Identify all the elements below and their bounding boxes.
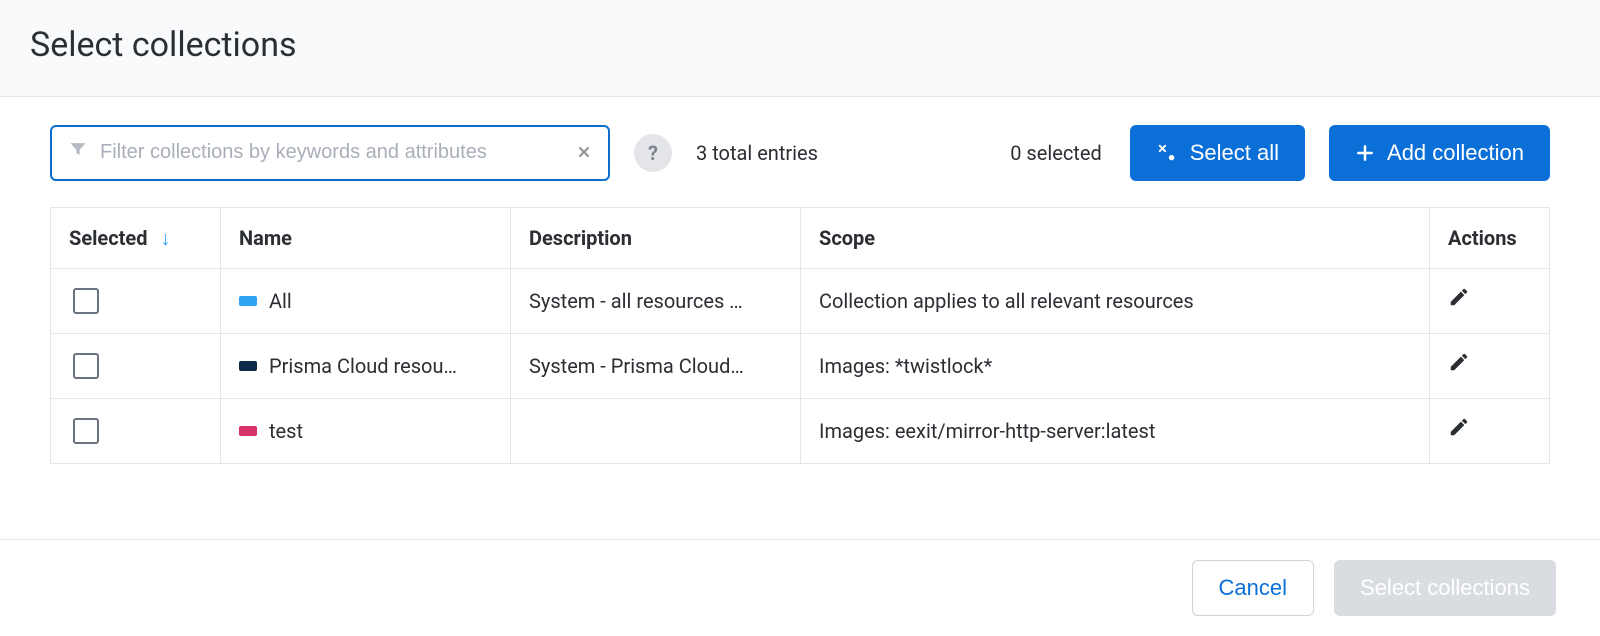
table-row: All System - all resources …Collection ap… [51,268,1550,333]
row-description: System - all resources … [511,268,801,333]
header-description[interactable]: Description [511,207,801,268]
row-name: test [269,417,303,445]
table-row: test Images: eexit/mirror-http-server:lat… [51,398,1550,463]
filter-input[interactable] [98,140,576,165]
collections-table: Selected ↓ Name Description Scope Action… [50,207,1550,464]
header-selected[interactable]: Selected ↓ [51,207,221,268]
row-scope: Images: eexit/mirror-http-server:latest [801,398,1430,463]
header-name[interactable]: Name [221,207,511,268]
row-description: System - Prisma Cloud… [511,333,801,398]
row-description [511,398,801,463]
color-swatch [239,361,257,371]
plus-icon [1355,143,1375,163]
modal-footer: Cancel Select collections [0,539,1600,636]
modal-title: Select collections [30,22,1570,70]
clear-filter-icon[interactable] [576,139,592,167]
add-collection-label: Add collection [1387,140,1524,166]
row-name: Prisma Cloud resou… [269,352,457,380]
filter-input-wrapper[interactable] [50,125,610,181]
row-checkbox[interactable] [73,353,99,379]
table-row: Prisma Cloud resou… System - Prisma Cloud… [51,333,1550,398]
select-collections-modal: Select collections ? 3 total entries 0 s… [0,0,1600,636]
selected-count-label: 0 selected [1010,139,1102,167]
header-scope[interactable]: Scope [801,207,1430,268]
row-scope: Images: *twistlock* [801,333,1430,398]
help-icon[interactable]: ? [634,134,672,172]
edit-icon[interactable] [1448,286,1470,308]
row-checkbox[interactable] [73,288,99,314]
sort-arrow-down-icon: ↓ [160,226,170,250]
select-collections-button[interactable]: Select collections [1334,560,1556,616]
filter-icon [68,139,88,167]
header-actions: Actions [1430,207,1550,268]
modal-header: Select collections [0,0,1600,97]
select-all-icon [1156,142,1178,164]
color-swatch [239,296,257,306]
table-header-row: Selected ↓ Name Description Scope Action… [51,207,1550,268]
row-name: All [269,287,292,315]
toolbar: ? 3 total entries 0 selected Select all … [50,125,1550,181]
total-entries-label: 3 total entries [696,139,818,167]
edit-icon[interactable] [1448,351,1470,373]
cancel-button[interactable]: Cancel [1192,560,1314,616]
modal-body: ? 3 total entries 0 selected Select all … [0,97,1600,539]
select-all-button[interactable]: Select all [1130,125,1305,181]
add-collection-button[interactable]: Add collection [1329,125,1550,181]
row-checkbox[interactable] [73,418,99,444]
color-swatch [239,426,257,436]
edit-icon[interactable] [1448,416,1470,438]
row-scope: Collection applies to all relevant resou… [801,268,1430,333]
select-all-label: Select all [1190,140,1279,166]
